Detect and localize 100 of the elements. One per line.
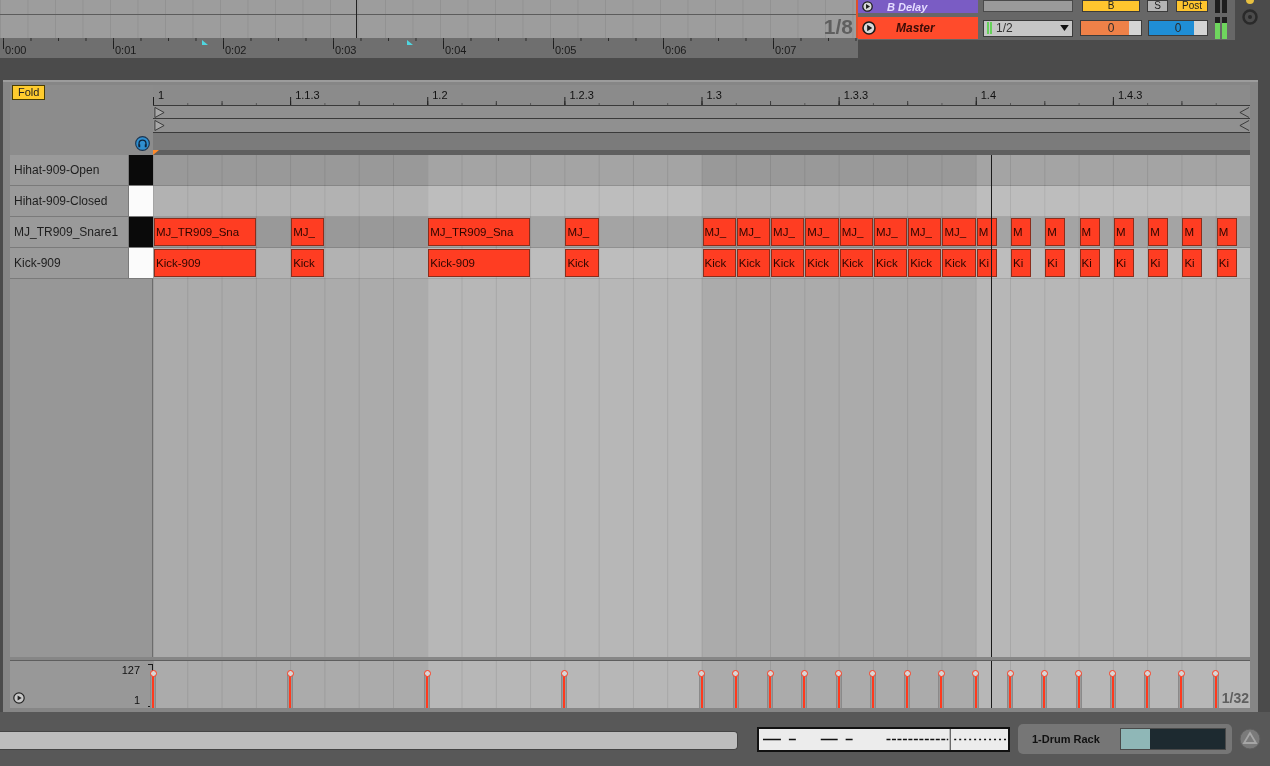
note-lane[interactable]: MJ_TR909_Sna MJ_ MJ_TR909_Sna MJ_ MJ_ MJ_ MJ_ MJ_ MJ_ MJ_ MJ_ MJ_ M M M M M M M M: [153, 217, 1250, 248]
midi-note[interactable]: Ki: [1216, 249, 1237, 277]
headphones-icon[interactable]: [135, 136, 150, 151]
chevron-marker-icon[interactable]: [1239, 120, 1250, 131]
handle-icon[interactable]: [698, 669, 705, 677]
handle-icon[interactable]: [1040, 669, 1048, 677]
midi-note[interactable]: Ki: [976, 249, 997, 277]
midi-note[interactable]: M: [1045, 218, 1066, 246]
play-icon[interactable]: [862, 21, 876, 35]
midi-note[interactable]: Kick: [565, 249, 599, 277]
handle-icon[interactable]: [1143, 669, 1151, 677]
midi-note[interactable]: Kick: [908, 249, 942, 277]
midi-note[interactable]: M: [1113, 218, 1134, 246]
midi-note[interactable]: M: [1011, 218, 1031, 246]
value-slider[interactable]: 0: [1080, 20, 1142, 36]
handle-icon[interactable]: [835, 669, 843, 677]
piano-key[interactable]: [129, 248, 153, 279]
handle-icon[interactable]: [1109, 669, 1117, 677]
handle-icon[interactable]: [869, 669, 877, 677]
handle-icon[interactable]: [149, 669, 157, 677]
piano-key[interactable]: [129, 186, 153, 217]
midi-note[interactable]: MJ_TR909_Sna: [154, 218, 256, 246]
handle-icon[interactable]: [766, 669, 774, 677]
midi-note[interactable]: Ki: [1182, 249, 1203, 277]
value-slider[interactable]: 0: [1148, 20, 1208, 36]
input-field[interactable]: [983, 0, 1073, 12]
midi-note[interactable]: Kick: [873, 249, 908, 277]
note-overview[interactable]: [757, 726, 1010, 752]
midi-note[interactable]: Kick-909: [428, 249, 531, 277]
note-lane[interactable]: Kick-909 Kick Kick-909 Kick Kick Kick Kick Kick Kick Kick Kick Kick Ki Ki Ki Ki Ki Ki Ki Ki: [153, 248, 1250, 279]
play-icon[interactable]: [862, 1, 873, 12]
toggle-button[interactable]: Post: [1176, 0, 1208, 12]
handle-icon[interactable]: [1212, 669, 1220, 677]
midi-note[interactable]: M: [1079, 218, 1100, 246]
triangle-marker-icon[interactable]: [406, 40, 413, 45]
midi-note[interactable]: M: [1182, 218, 1203, 246]
midi-note[interactable]: Ki: [1045, 249, 1066, 277]
midi-note[interactable]: M: [1216, 218, 1237, 246]
handle-icon[interactable]: [1177, 669, 1185, 677]
midi-note[interactable]: MJ_: [565, 218, 599, 246]
track-title[interactable]: Master: [858, 17, 978, 39]
track-title[interactable]: B Delay: [858, 0, 978, 13]
lane-name[interactable]: Hihat-909-Closed: [10, 186, 129, 217]
lane-name[interactable]: MJ_TR909_Snare1: [10, 217, 129, 248]
midi-note[interactable]: MJ_TR909_Sna: [428, 218, 531, 246]
triangle-marker-icon[interactable]: [202, 40, 209, 45]
triangle-circle-icon[interactable]: [1239, 728, 1261, 750]
lane-name[interactable]: Kick-909: [10, 248, 129, 279]
midi-note[interactable]: MJ_: [736, 218, 771, 246]
triangle-marker-icon[interactable]: [154, 106, 165, 118]
midi-note[interactable]: MJ_: [873, 218, 908, 246]
toggle-button[interactable]: B: [1082, 0, 1140, 12]
midi-note[interactable]: Kick: [702, 249, 736, 277]
ring-icon[interactable]: [1242, 9, 1258, 25]
loop-strip[interactable]: [153, 105, 1250, 118]
midi-note[interactable]: Kick: [736, 249, 771, 277]
midi-note[interactable]: MJ_: [702, 218, 736, 246]
play-icon[interactable]: [13, 692, 25, 704]
note-grid[interactable]: MJ_TR909_Sna MJ_ MJ_TR909_Sna MJ_ MJ_ MJ_ MJ_ MJ_ MJ_ MJ_ MJ_ MJ_ M M M M M M M M Kick-909 Kick Kick-909 Kick Kick Kick Kick Kick Kick Kick Kick Kick Ki Ki Ki Ki Ki Ki Ki Ki: [153, 155, 1250, 657]
midi-note[interactable]: Kick: [839, 249, 873, 277]
midi-note[interactable]: Ki: [1113, 249, 1134, 277]
loop-strip[interactable]: [153, 118, 1250, 133]
handle-icon[interactable]: [732, 669, 740, 677]
triangle-marker-icon[interactable]: [154, 120, 165, 131]
handle-icon[interactable]: [286, 669, 294, 677]
midi-note[interactable]: Ki: [1148, 249, 1169, 277]
midi-note[interactable]: M: [1148, 218, 1169, 246]
handle-icon[interactable]: [800, 669, 808, 677]
midi-note[interactable]: Ki: [1079, 249, 1100, 277]
midi-note[interactable]: MJ_: [908, 218, 942, 246]
handle-icon[interactable]: [560, 669, 568, 677]
beat-ruler[interactable]: 1 1.1.3 1.2 1.2.3 1.3 1.3.3 1.4 1.4.3: [153, 85, 1250, 105]
midi-note[interactable]: Kick: [942, 249, 976, 277]
midi-note[interactable]: Ki: [1011, 249, 1031, 277]
chevron-marker-icon[interactable]: [1239, 106, 1250, 118]
piano-key[interactable]: [129, 155, 153, 186]
handle-icon[interactable]: [1006, 669, 1014, 677]
device-chip[interactable]: 1-Drum Rack: [1018, 724, 1232, 754]
midi-note[interactable]: Kick: [771, 249, 805, 277]
midi-note[interactable]: MJ_: [942, 218, 976, 246]
midi-note[interactable]: Kick: [291, 249, 325, 277]
midi-note[interactable]: M: [976, 218, 997, 246]
toggle-button[interactable]: S: [1147, 0, 1168, 12]
handle-icon[interactable]: [937, 669, 945, 677]
lane-name[interactable]: Hihat-909-Open: [10, 155, 129, 186]
handle-icon[interactable]: [903, 669, 911, 677]
routing-dropdown[interactable]: 1/2: [983, 19, 1073, 37]
midi-note[interactable]: MJ_: [839, 218, 873, 246]
velocity-lane[interactable]: 1/32: [153, 661, 1250, 708]
fold-button[interactable]: Fold: [12, 85, 46, 100]
midi-note[interactable]: MJ_: [805, 218, 839, 246]
handle-icon[interactable]: [972, 669, 980, 677]
midi-note[interactable]: MJ_: [291, 218, 325, 246]
midi-note[interactable]: Kick-909: [154, 249, 256, 277]
midi-note[interactable]: Kick: [805, 249, 839, 277]
piano-key[interactable]: [129, 217, 153, 248]
handle-icon[interactable]: [423, 669, 431, 677]
scrollbar[interactable]: [0, 731, 738, 750]
handle-icon[interactable]: [1075, 669, 1083, 677]
midi-note[interactable]: MJ_: [771, 218, 805, 246]
